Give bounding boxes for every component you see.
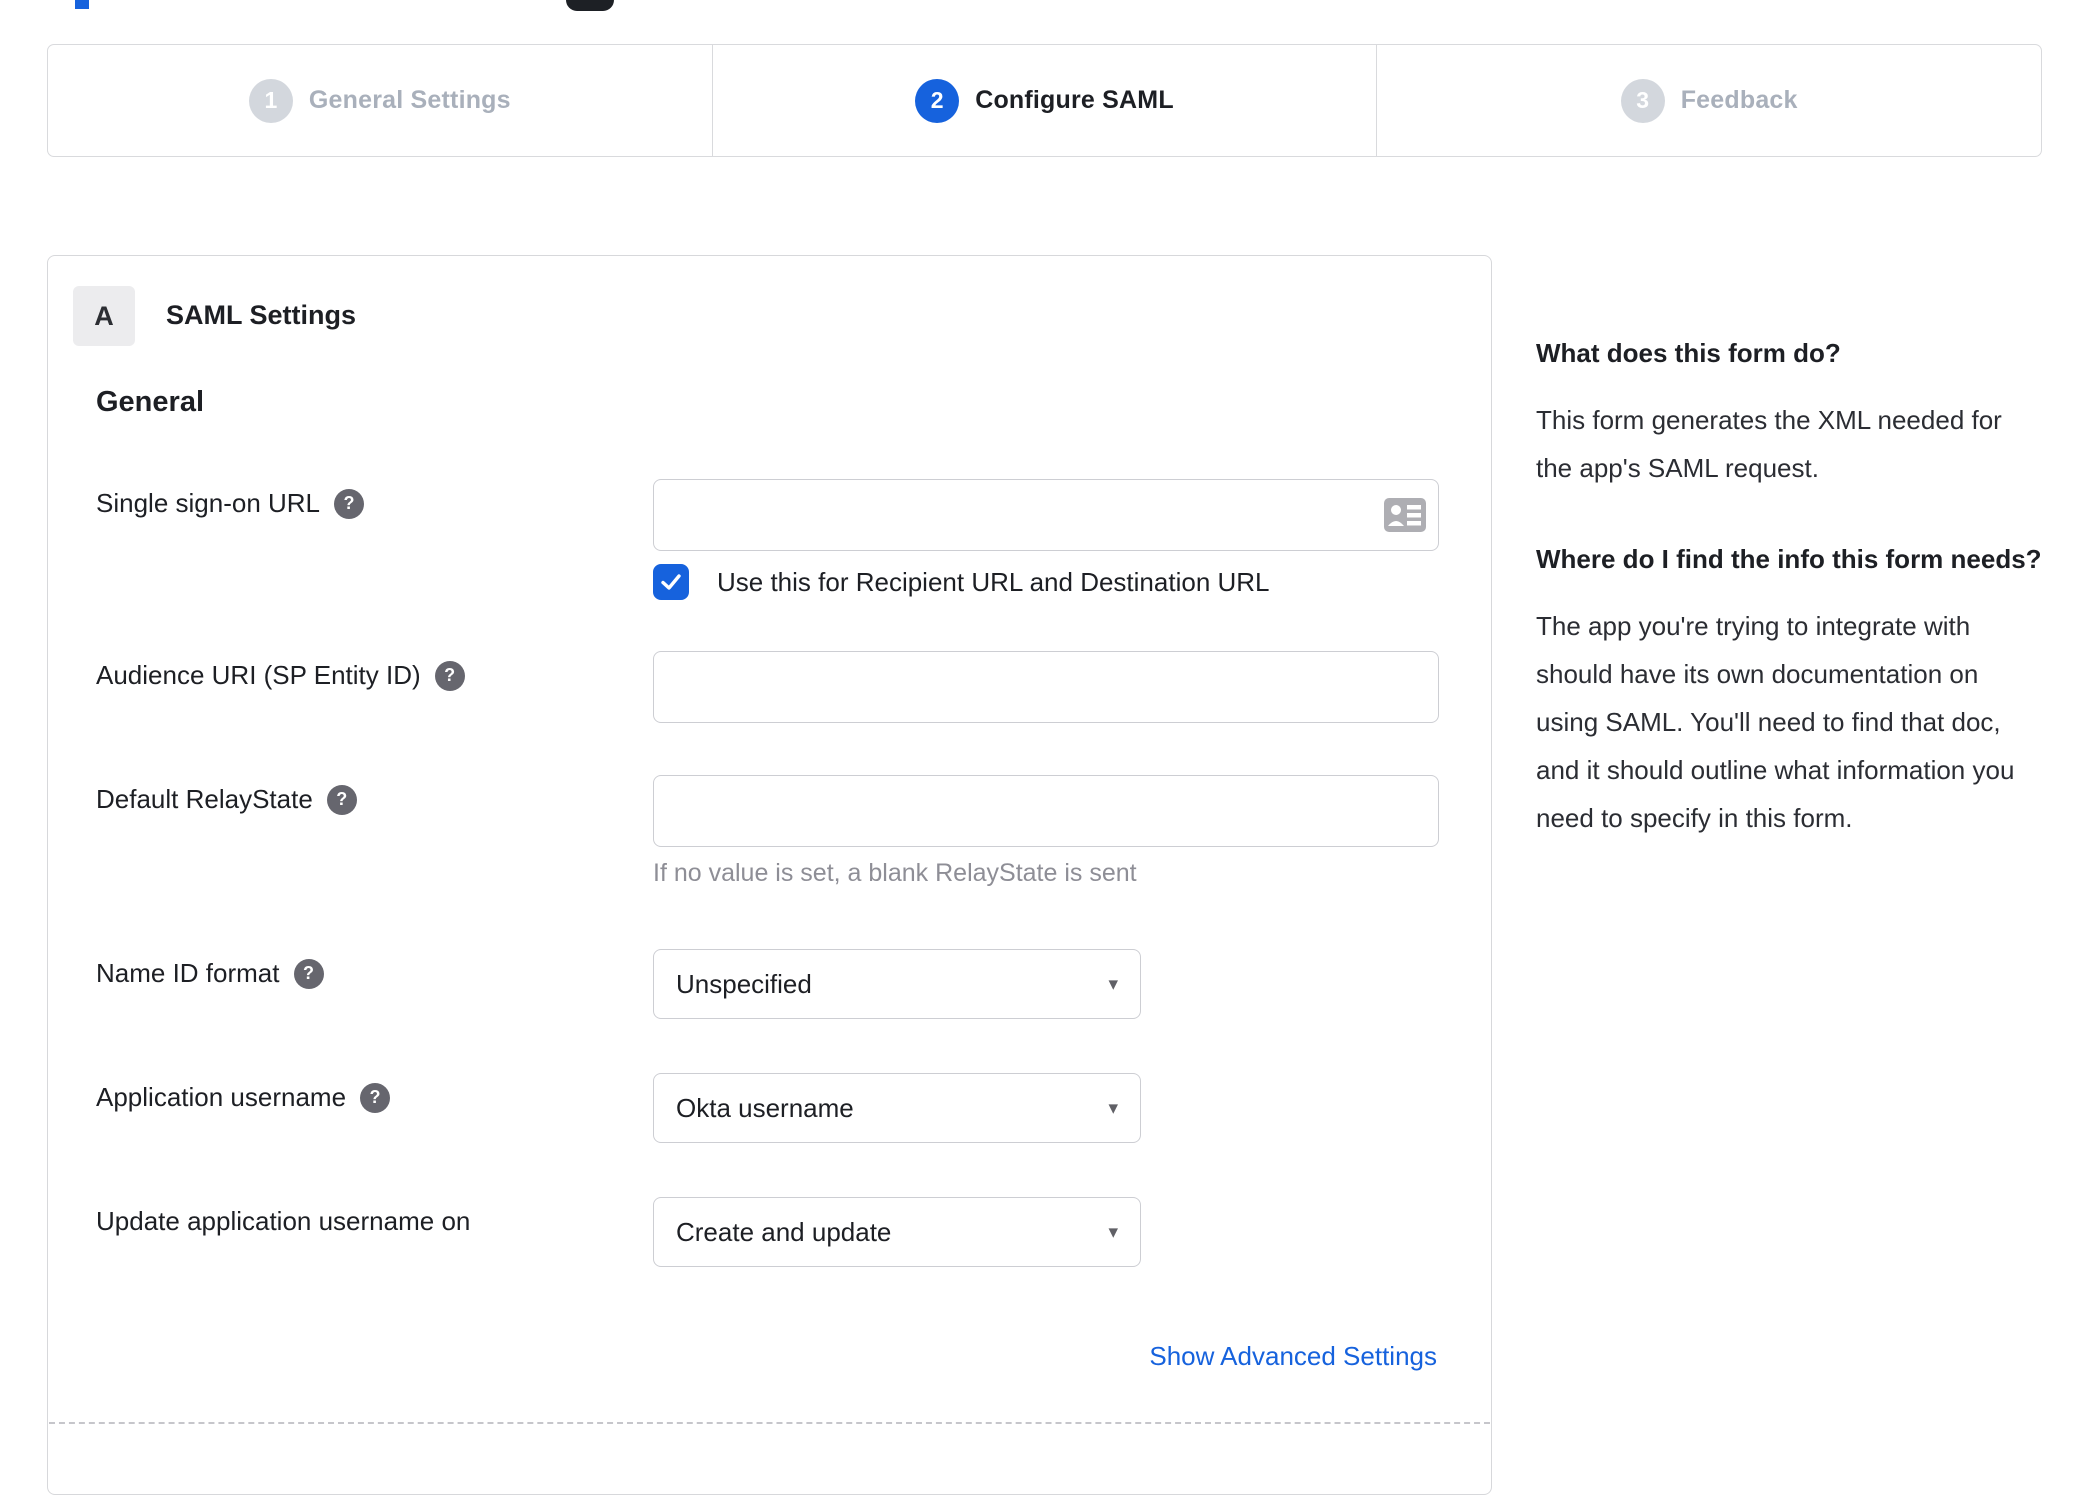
default-relaystate-label: Default RelayState ? <box>96 784 357 815</box>
saml-settings-panel: A SAML Settings General Single sign-on U… <box>47 255 1492 1495</box>
field-label-text: Default RelayState <box>96 784 313 814</box>
sso-url-label: Single sign-on URL ? <box>96 488 365 519</box>
field-label-text: Audience URI (SP Entity ID) <box>96 660 421 690</box>
step-label: Configure SAML <box>975 86 1174 114</box>
help-icon[interactable]: ? <box>360 1082 391 1113</box>
checkmark-icon <box>661 574 681 590</box>
step-number-badge: 2 <box>915 78 960 123</box>
step-configure-saml[interactable]: 2 Configure SAML <box>711 45 1377 156</box>
help-section-what: What does this form do? This form genera… <box>1536 330 2044 492</box>
application-username-select[interactable]: Okta username ▾ <box>653 1073 1141 1143</box>
name-id-format-select[interactable]: Unspecified ▾ <box>653 949 1141 1019</box>
step-feedback[interactable]: 3 Feedback <box>1376 45 2041 156</box>
default-relaystate-input[interactable] <box>653 775 1439 847</box>
update-username-label: Update application username on <box>96 1206 470 1237</box>
help-icon[interactable]: ? <box>293 958 324 989</box>
contact-card-icon[interactable] <box>1383 497 1427 533</box>
field-label-text: Name ID format <box>96 958 280 988</box>
section-letter-badge: A <box>73 286 135 346</box>
sso-url-input[interactable] <box>653 479 1439 551</box>
field-label-text: Single sign-on URL <box>96 488 321 518</box>
step-number-badge: 3 <box>1620 78 1665 123</box>
help-icon[interactable]: ? <box>326 784 357 815</box>
help-question-body: This form generates the XML needed for t… <box>1536 405 2002 483</box>
name-id-format-label: Name ID format ? <box>96 958 324 989</box>
caret-down-icon: ▾ <box>1108 1097 1118 1119</box>
audience-uri-input[interactable] <box>653 651 1439 723</box>
help-question-title: Where do I find the info this form needs… <box>1536 544 2042 574</box>
help-section-where: Where do I find the info this form needs… <box>1536 536 2044 842</box>
help-icon[interactable]: ? <box>334 488 365 519</box>
recipient-url-checkbox-row: Use this for Recipient URL and Destinati… <box>653 564 1270 600</box>
step-label: General Settings <box>308 86 511 114</box>
select-value: Okta username <box>676 1092 854 1123</box>
step-label: Feedback <box>1680 86 1798 114</box>
recipient-url-checkbox-label: Use this for Recipient URL and Destinati… <box>717 566 1270 597</box>
help-icon[interactable]: ? <box>434 660 465 691</box>
field-label-text: Application username <box>96 1082 347 1112</box>
section-dashed-divider <box>49 1422 1490 1424</box>
help-question-body: The app you're trying to integrate with … <box>1536 611 2015 833</box>
caret-down-icon: ▾ <box>1108 1221 1118 1243</box>
caret-down-icon: ▾ <box>1108 973 1118 995</box>
audience-uri-label: Audience URI (SP Entity ID) ? <box>96 660 465 691</box>
help-sidebar: What does this form do? This form genera… <box>1536 330 2044 842</box>
select-value: Create and update <box>676 1216 892 1247</box>
update-username-select[interactable]: Create and update ▾ <box>653 1197 1141 1267</box>
select-value: Unspecified <box>676 968 812 999</box>
step-general-settings[interactable]: 1 General Settings <box>48 45 712 156</box>
show-advanced-settings-link[interactable]: Show Advanced Settings <box>1149 1341 1437 1372</box>
clipped-icon-artifact <box>566 0 614 11</box>
relaystate-hint: If no value is set, a blank RelayState i… <box>653 859 1137 887</box>
field-label-text: Update application username on <box>96 1206 471 1236</box>
panel-title: SAML Settings <box>166 300 357 330</box>
help-question-title: What does this form do? <box>1536 338 1841 368</box>
clipped-link-artifact <box>75 0 89 9</box>
general-section-heading: General <box>96 386 204 418</box>
application-username-label: Application username ? <box>96 1082 391 1113</box>
wizard-stepper: 1 General Settings 2 Configure SAML 3 Fe… <box>47 44 2042 157</box>
step-number-badge: 1 <box>248 78 293 123</box>
recipient-url-checkbox[interactable] <box>653 564 689 600</box>
